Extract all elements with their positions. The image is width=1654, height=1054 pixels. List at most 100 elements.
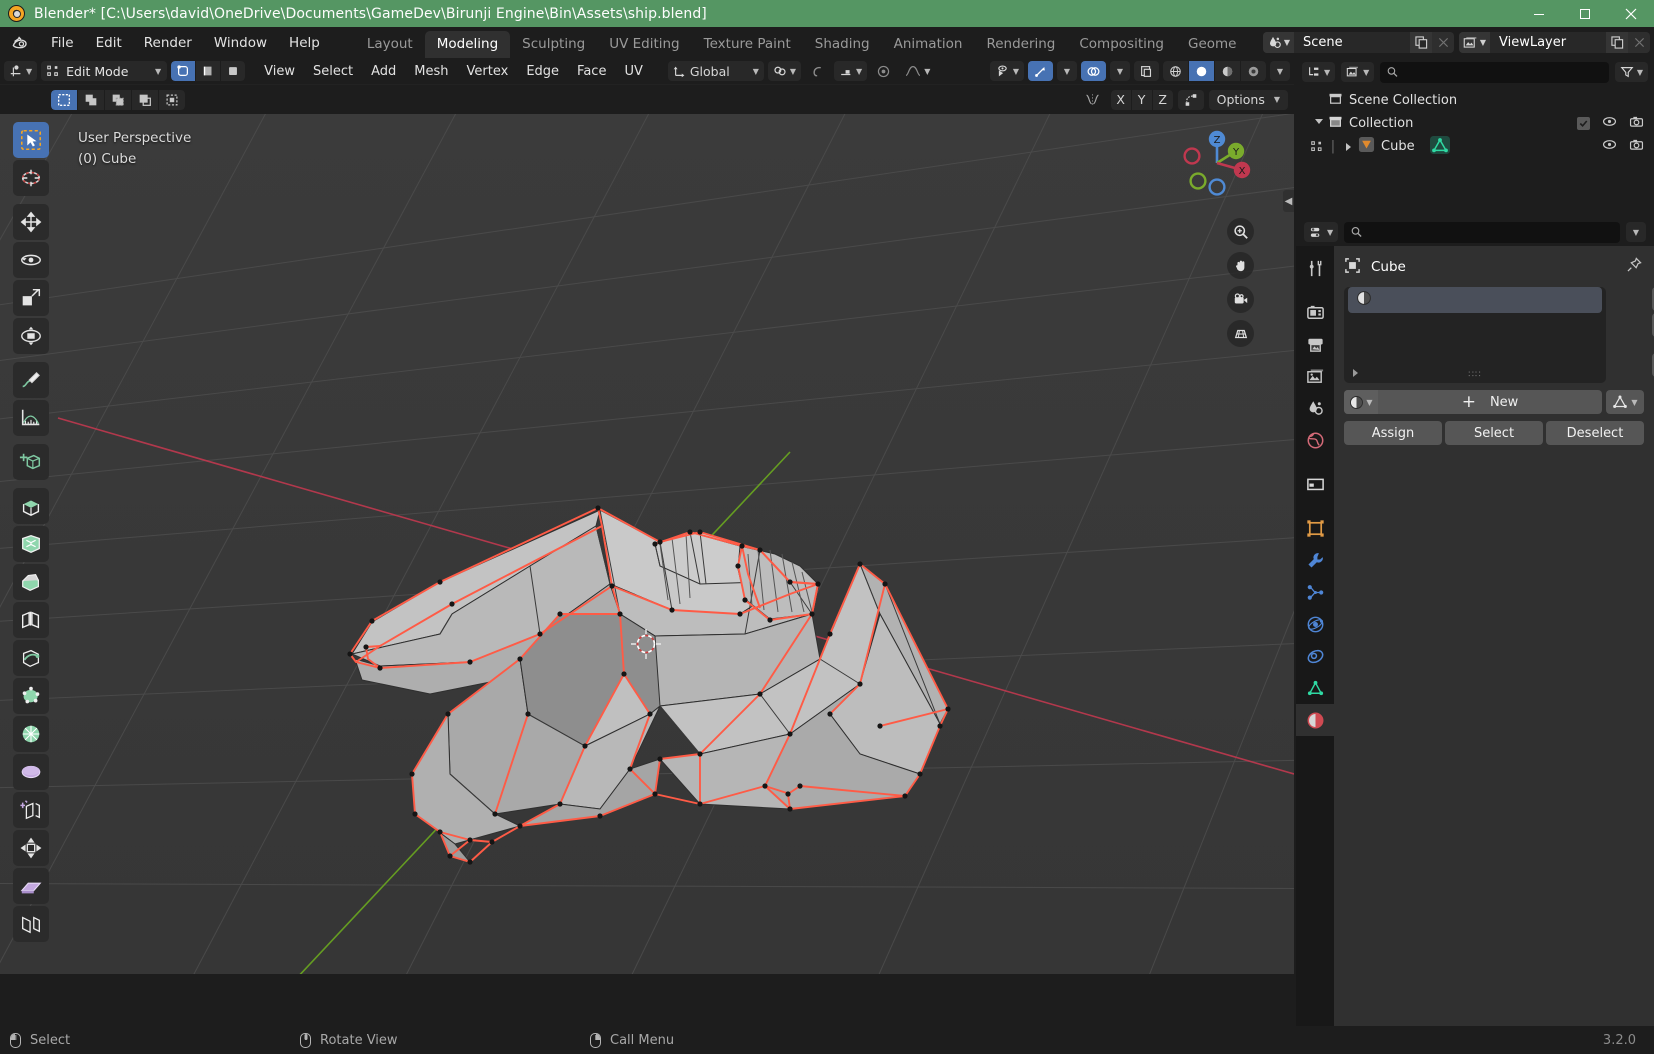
properties-editor-type-button[interactable]: ▼: [1304, 222, 1339, 242]
wireframe-shading-icon[interactable]: [1163, 61, 1188, 81]
zoom-icon[interactable]: [1227, 218, 1254, 245]
rip-region-tool[interactable]: [13, 906, 49, 942]
tab-material[interactable]: [1296, 704, 1334, 736]
tab-object-data[interactable]: [1296, 672, 1334, 704]
tab-texture-paint[interactable]: Texture Paint: [692, 31, 803, 58]
bevel-tool[interactable]: [13, 564, 49, 600]
knife-tool[interactable]: [13, 640, 49, 676]
viewport-canvas[interactable]: User Perspective (0) Cube Z Y X ◀: [0, 114, 1294, 974]
tab-shading[interactable]: Shading: [803, 31, 882, 58]
material-slot-list[interactable]: ∷∷: [1344, 287, 1606, 383]
show-overlays-icon[interactable]: [1081, 61, 1106, 81]
rendered-shading-icon[interactable]: [1241, 61, 1266, 81]
pan-icon[interactable]: [1227, 252, 1254, 279]
tab-output[interactable]: [1296, 328, 1334, 360]
add-cube-tool[interactable]: [13, 444, 49, 480]
outliner-row-scene-collection[interactable]: Scene Collection: [1296, 89, 1654, 112]
outliner-display-mode-button[interactable]: ▼: [1341, 62, 1375, 82]
viewport-menu-edge[interactable]: Edge: [517, 62, 568, 81]
viewport-menu-vertex[interactable]: Vertex: [458, 62, 518, 81]
expand-triangle-icon[interactable]: [1315, 119, 1323, 128]
remove-viewlayer-button[interactable]: [1628, 32, 1650, 53]
view-layer-icon[interactable]: ▼: [1459, 32, 1490, 53]
inset-faces-tool[interactable]: [13, 526, 49, 562]
outliner-editor-type-button[interactable]: ▼: [1302, 62, 1336, 82]
snap-magnet-icon[interactable]: ▼: [767, 61, 802, 81]
annotate-tool[interactable]: [13, 362, 49, 398]
expand-triangle-icon[interactable]: [1345, 142, 1351, 151]
tab-modeling[interactable]: Modeling: [424, 31, 511, 58]
menu-render[interactable]: Render: [133, 32, 203, 54]
properties-search[interactable]: [1344, 221, 1620, 243]
mirror-x-button[interactable]: X: [1110, 89, 1131, 110]
close-button[interactable]: [1608, 0, 1654, 27]
new-viewlayer-button[interactable]: [1606, 32, 1628, 53]
proportional-edit-toggle-icon[interactable]: [871, 61, 896, 81]
scene-name[interactable]: Scene: [1294, 32, 1410, 53]
loop-cut-tool[interactable]: [13, 602, 49, 638]
tab-layout[interactable]: Layout: [355, 31, 425, 58]
measure-tool[interactable]: [13, 400, 49, 436]
assign-button[interactable]: Assign: [1344, 421, 1442, 445]
viewport-menu-select[interactable]: Select: [304, 62, 362, 81]
editor-type-button[interactable]: ▼: [4, 61, 38, 81]
properties-search-input[interactable]: [1367, 225, 1613, 239]
viewlayer-datablock[interactable]: ▼ ViewLayer: [1459, 32, 1650, 53]
face-select-icon[interactable]: [221, 61, 246, 81]
select-button[interactable]: Select: [1445, 421, 1543, 445]
snap-to-selector[interactable]: ▼: [834, 61, 868, 81]
tab-uv-editing[interactable]: UV Editing: [597, 31, 691, 58]
sidebar-toggle-arrow[interactable]: ◀: [1283, 190, 1294, 212]
eye-icon[interactable]: [1602, 115, 1617, 132]
mirror-y-button[interactable]: Y: [1131, 89, 1152, 110]
tab-collection[interactable]: [1296, 468, 1334, 500]
overlays-dropdown[interactable]: ▼: [1110, 61, 1130, 81]
tab-render[interactable]: [1296, 296, 1334, 328]
outliner-search[interactable]: [1380, 61, 1609, 83]
material-datablock-selector[interactable]: ▼ + New: [1344, 390, 1602, 414]
outliner-search-input[interactable]: [1403, 65, 1602, 79]
transform-tool[interactable]: [13, 318, 49, 354]
tab-scene[interactable]: [1296, 392, 1334, 424]
menu-help[interactable]: Help: [278, 32, 331, 54]
edge-slide-tool[interactable]: [13, 792, 49, 828]
visibility-selectability-icon[interactable]: ▼: [989, 61, 1024, 81]
select-invert-icon[interactable]: [132, 89, 158, 110]
tweak-tool[interactable]: [13, 122, 49, 158]
tab-world[interactable]: [1296, 424, 1334, 456]
move-tool[interactable]: [13, 204, 49, 240]
shading-dropdown[interactable]: ▼: [1270, 61, 1290, 81]
mode-selector[interactable]: Edit Mode ▼: [41, 61, 168, 81]
tab-compositing[interactable]: Compositing: [1067, 31, 1176, 58]
tab-modifiers[interactable]: [1296, 544, 1334, 576]
material-browse-icon[interactable]: ▼: [1344, 390, 1378, 414]
deselect-button[interactable]: Deselect: [1546, 421, 1644, 445]
gizmo-dropdown[interactable]: ▼: [1057, 61, 1077, 81]
toggle-perspective-icon[interactable]: [1227, 320, 1254, 347]
viewport-menu-mesh[interactable]: Mesh: [405, 62, 457, 81]
transform-orientation-selector[interactable]: Global ▼: [667, 61, 764, 81]
spin-tool[interactable]: [13, 716, 49, 752]
tab-constraints[interactable]: [1296, 640, 1334, 672]
edge-select-icon[interactable]: [196, 61, 221, 81]
smooth-tool[interactable]: [13, 754, 49, 790]
navigation-gizmo[interactable]: Z Y X: [1176, 122, 1258, 204]
menu-file[interactable]: File: [40, 32, 85, 54]
cursor-tool[interactable]: [13, 160, 49, 196]
material-preview-shading-icon[interactable]: [1215, 61, 1240, 81]
options-dropdown[interactable]: Options ▼: [1208, 89, 1288, 110]
material-slot-row[interactable]: [1348, 287, 1602, 313]
camera-icon[interactable]: [1629, 115, 1644, 132]
tab-tool[interactable]: [1296, 252, 1334, 284]
extrude-region-tool[interactable]: [13, 488, 49, 524]
shear-tool[interactable]: [13, 868, 49, 904]
minimize-button[interactable]: [1516, 0, 1562, 27]
poly-build-tool[interactable]: [13, 678, 49, 714]
outliner-row-cube[interactable]: | Cube: [1296, 135, 1654, 158]
rotate-tool[interactable]: [13, 242, 49, 278]
viewport-menu-face[interactable]: Face: [568, 62, 615, 81]
outliner-row-collection[interactable]: Collection: [1296, 112, 1654, 135]
vertex-select-icon[interactable]: [171, 61, 196, 81]
select-intersect-icon[interactable]: [159, 89, 185, 110]
outliner-filter-icon[interactable]: ▼: [1614, 62, 1648, 82]
